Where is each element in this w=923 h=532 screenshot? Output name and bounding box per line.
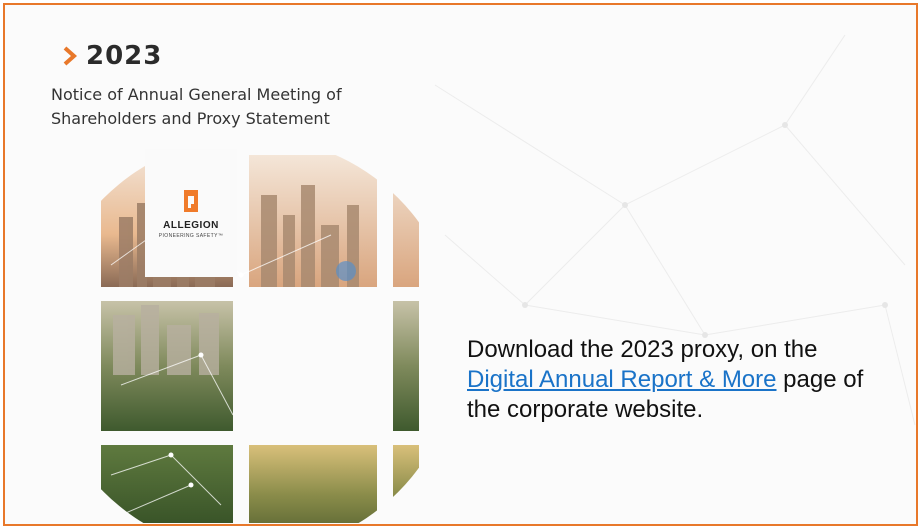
chevron-right-icon — [63, 46, 78, 66]
allegion-logo-tile: ALLEGION PIONEERING SAFETY™ — [145, 149, 237, 277]
road-edge-tile — [393, 445, 419, 523]
allegion-logo-icon — [184, 189, 198, 212]
brand-tagline: PIONEERING SAFETY™ — [158, 232, 224, 239]
year-label: 2023 — [86, 41, 163, 71]
tree-lined-road-tile — [249, 445, 377, 523]
message-text-before: Download the 2023 proxy, on the — [467, 336, 818, 363]
slide-frame: 2023 Notice of Annual General Meeting of… — [3, 3, 918, 526]
city-edge-tile — [393, 155, 419, 287]
year-heading: 2023 — [62, 41, 162, 71]
subtitle-line-1: Notice of Annual General Meeting of — [51, 85, 342, 104]
subtitle-line-2: Shareholders and Proxy Statement — [51, 109, 330, 128]
digital-annual-report-link[interactable]: Digital Annual Report & More — [467, 366, 777, 393]
brand-name: ALLEGION — [163, 219, 219, 231]
document-subtitle: Notice of Annual General Meeting of Shar… — [51, 83, 411, 131]
download-message: Download the 2023 proxy, on the Digital … — [467, 335, 887, 425]
